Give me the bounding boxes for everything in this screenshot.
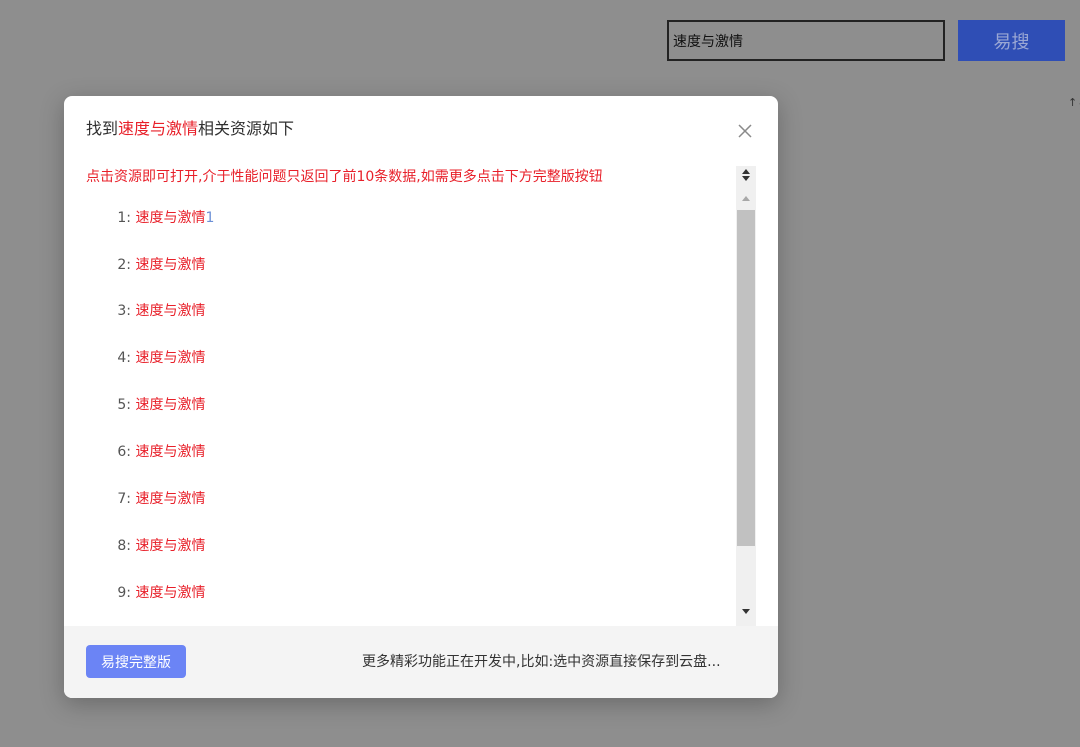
- full-version-button[interactable]: 易搜完整版: [86, 645, 186, 678]
- scroll-up-button[interactable]: [736, 190, 756, 208]
- dialog-title-keyword: 速度与激情: [118, 119, 199, 138]
- list-item-index: 5:: [117, 397, 131, 413]
- list-item-index: 4:: [117, 350, 131, 366]
- list-item[interactable]: 5: 速度与激情: [86, 393, 205, 417]
- list-item-index: 3:: [117, 303, 131, 319]
- dialog-title-suffix: 相关资源如下: [198, 119, 295, 138]
- list-item[interactable]: 6: 速度与激情: [86, 440, 205, 464]
- arrow-up-icon: [742, 196, 750, 201]
- resource-link-suffix[interactable]: 1: [205, 210, 214, 226]
- list-item-index: 2:: [117, 257, 131, 273]
- arrow-down-icon: [742, 609, 750, 614]
- dialog-footer: 易搜完整版 更多精彩功能正在开发中,比如:选中资源直接保存到云盘...: [64, 626, 778, 698]
- list-item-index: 7:: [117, 491, 131, 507]
- notice-text: 点击资源即可打开,介于性能问题只返回了前10条数据,如需更多点击下方完整版按钮: [86, 169, 603, 185]
- resource-link[interactable]: 速度与激情: [135, 397, 205, 413]
- list-item[interactable]: 8: 速度与激情: [86, 534, 205, 558]
- sort-icon: ↑↓: [1068, 96, 1080, 109]
- resource-link[interactable]: 速度与激情: [135, 538, 205, 554]
- sort-arrows-icon: [742, 169, 750, 181]
- list-item[interactable]: 2: 速度与激情: [86, 253, 205, 277]
- dialog-title: 找到速度与激情相关资源如下: [86, 118, 294, 140]
- scroll-thumb[interactable]: [737, 210, 755, 546]
- scrollbar[interactable]: [736, 166, 756, 626]
- footer-more-text: 更多精彩功能正在开发中,比如:选中资源直接保存到云盘...: [362, 654, 721, 670]
- close-icon: [738, 124, 752, 138]
- resource-link[interactable]: 速度与激情: [135, 257, 205, 273]
- search-button[interactable]: 易搜: [958, 20, 1065, 61]
- list-item-index: 9:: [117, 585, 131, 601]
- list-item-index: 6:: [117, 444, 131, 460]
- resource-link[interactable]: 速度与激情: [135, 491, 205, 507]
- resource-link[interactable]: 速度与激情: [135, 303, 205, 319]
- list-item[interactable]: 1: 速度与激情1: [86, 206, 214, 230]
- resource-link[interactable]: 速度与激情: [135, 444, 205, 460]
- list-item-index: 8:: [117, 538, 131, 554]
- resource-link[interactable]: 速度与激情: [135, 350, 205, 366]
- results-dialog: 找到速度与激情相关资源如下 点击资源即可打开,介于性能问题只返回了前10条数据,…: [64, 96, 778, 698]
- scroll-down-button[interactable]: [736, 603, 756, 621]
- list-item[interactable]: 3: 速度与激情: [86, 299, 205, 323]
- dialog-title-prefix: 找到: [86, 119, 119, 138]
- close-button[interactable]: [734, 120, 756, 142]
- scroll-both-button[interactable]: [736, 166, 756, 184]
- list-item[interactable]: 7: 速度与激情: [86, 487, 205, 511]
- resource-link[interactable]: 速度与激情: [135, 585, 205, 601]
- list-item[interactable]: 4: 速度与激情: [86, 346, 205, 370]
- search-input[interactable]: [667, 20, 945, 61]
- list-item-index: 1:: [117, 210, 131, 226]
- list-item[interactable]: 9: 速度与激情: [86, 581, 205, 605]
- resource-link[interactable]: 速度与激情: [135, 210, 205, 226]
